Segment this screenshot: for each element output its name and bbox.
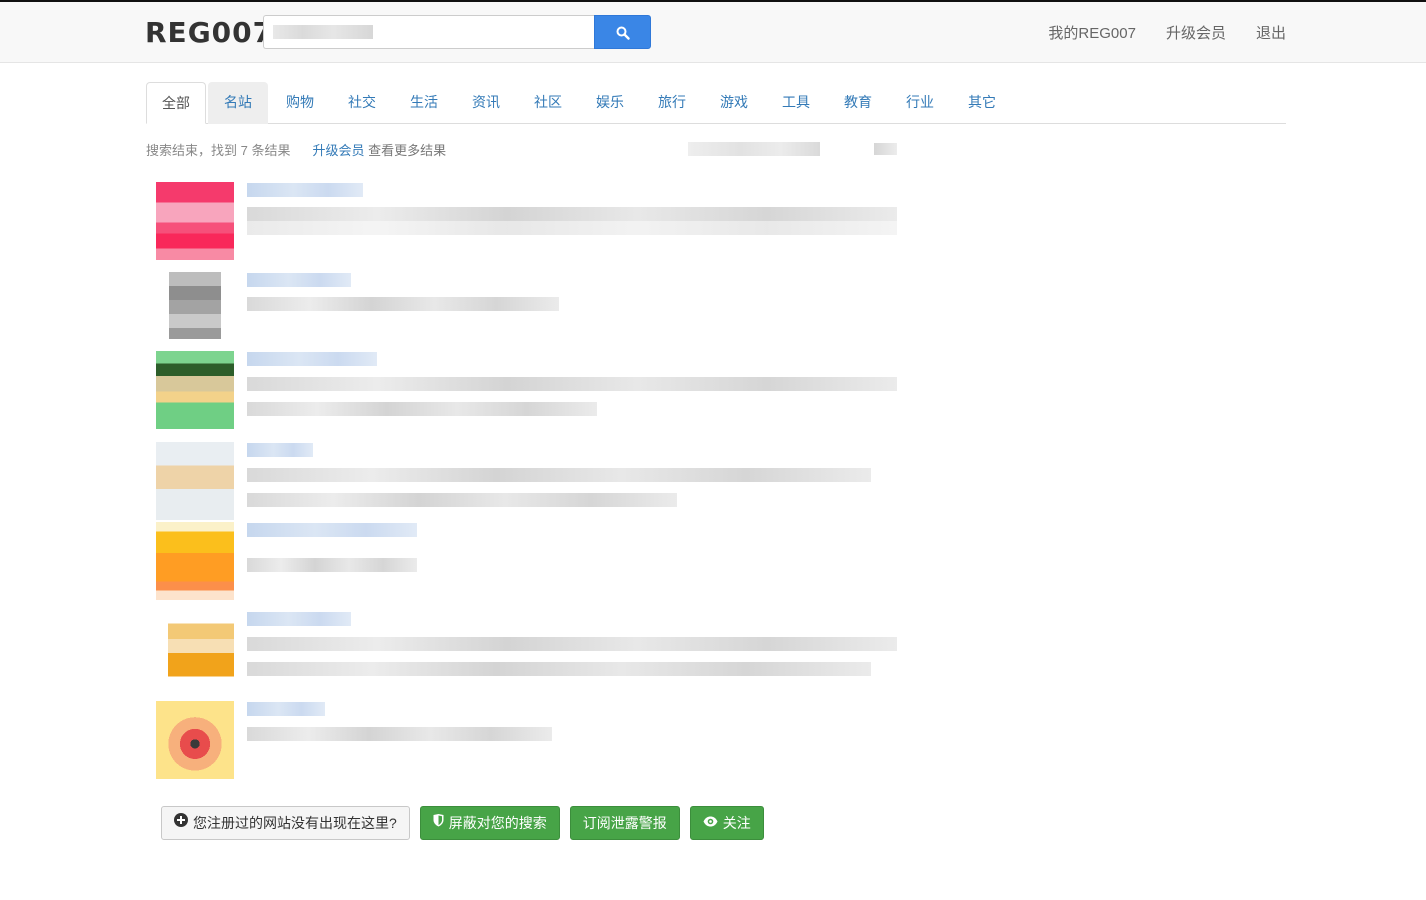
search-input-blurred-value xyxy=(273,25,373,39)
block-search-button[interactable]: 屏蔽对您的搜索 xyxy=(419,806,560,840)
tab-famous-sites[interactable]: 名站 xyxy=(208,82,268,124)
nav-upgrade-membership[interactable]: 升级会员 xyxy=(1166,22,1226,43)
site-icon xyxy=(156,522,234,600)
tab-games[interactable]: 游戏 xyxy=(704,82,764,124)
not-listed-label: 您注册过的网站没有出现在这里? xyxy=(193,815,397,831)
tab-social[interactable]: 社交 xyxy=(332,82,392,124)
result-desc-blurred xyxy=(247,493,677,507)
result-desc-blurred xyxy=(247,727,552,741)
tab-shopping[interactable]: 购物 xyxy=(270,82,330,124)
result-item[interactable] xyxy=(156,701,898,781)
nav-my-reg007[interactable]: 我的REG007 xyxy=(1048,22,1136,43)
status-blurred-info xyxy=(688,142,820,156)
result-desc-blurred xyxy=(247,637,897,651)
subscribe-alert-button[interactable]: 订阅泄露警报 xyxy=(569,806,680,840)
tab-life[interactable]: 生活 xyxy=(394,82,454,124)
tab-community[interactable]: 社区 xyxy=(518,82,578,124)
tab-other[interactable]: 其它 xyxy=(952,82,1012,124)
result-desc-blurred xyxy=(247,662,871,676)
result-item[interactable] xyxy=(156,611,898,691)
site-icon xyxy=(156,351,234,429)
result-desc-blurred xyxy=(247,221,897,235)
result-desc-blurred xyxy=(247,402,597,416)
category-tabs: 全部 名站 购物 社交 生活 资讯 社区 娱乐 旅行 游戏 工具 教育 行业 其… xyxy=(146,82,1286,124)
result-title-blurred xyxy=(247,523,417,537)
search-icon xyxy=(616,26,630,40)
result-item[interactable] xyxy=(156,522,898,602)
site-icon xyxy=(156,182,234,260)
tab-tools[interactable]: 工具 xyxy=(766,82,826,124)
result-title-blurred xyxy=(247,612,351,626)
nav-logout[interactable]: 退出 xyxy=(1256,22,1286,43)
more-results-text: 查看更多结果 xyxy=(368,143,447,158)
search-button[interactable] xyxy=(594,15,651,49)
result-item[interactable] xyxy=(156,272,898,352)
result-desc-blurred xyxy=(247,468,871,482)
tab-education[interactable]: 教育 xyxy=(828,82,888,124)
result-desc-blurred xyxy=(247,297,559,311)
user-nav: 我的REG007 升级会员 退出 xyxy=(1048,22,1286,43)
search-bar xyxy=(263,15,651,49)
follow-label: 关注 xyxy=(722,815,751,831)
result-item[interactable] xyxy=(156,442,898,522)
site-icon xyxy=(156,272,234,350)
result-item[interactable] xyxy=(156,182,898,262)
tab-travel[interactable]: 旅行 xyxy=(642,82,702,124)
result-title-blurred xyxy=(247,443,313,457)
status-text: 搜索结束，找到 7 条结果 xyxy=(146,143,291,158)
search-status: 搜索结束，找到 7 条结果 升级会员 查看更多结果 xyxy=(146,140,446,159)
result-desc-blurred xyxy=(247,377,897,391)
status-blurred-info-2 xyxy=(874,143,897,155)
result-desc-blurred xyxy=(247,207,897,221)
upgrade-link[interactable]: 升级会员 xyxy=(312,143,364,158)
result-title-blurred xyxy=(247,273,351,287)
action-buttons: 您注册过的网站没有出现在这里? 屏蔽对您的搜索 订阅泄露警报 关注 xyxy=(161,806,764,840)
navbar: REG007 我的REG007 升级会员 退出 xyxy=(0,2,1426,63)
site-icon xyxy=(156,442,234,520)
tab-news[interactable]: 资讯 xyxy=(456,82,516,124)
site-logo[interactable]: REG007 xyxy=(145,16,273,49)
subscribe-alert-label: 订阅泄露警报 xyxy=(582,815,667,831)
result-title-blurred xyxy=(247,352,377,366)
shield-icon xyxy=(433,807,444,839)
not-listed-button[interactable]: 您注册过的网站没有出现在这里? xyxy=(161,806,410,840)
tab-industry[interactable]: 行业 xyxy=(890,82,950,124)
plus-circle-icon xyxy=(174,807,188,839)
result-desc-blurred xyxy=(247,558,417,572)
result-item[interactable] xyxy=(156,351,898,431)
site-icon xyxy=(156,701,234,779)
tab-all[interactable]: 全部 xyxy=(146,82,206,124)
block-search-label: 屏蔽对您的搜索 xyxy=(448,815,547,831)
result-title-blurred xyxy=(247,702,325,716)
site-icon xyxy=(156,611,234,689)
result-title-blurred xyxy=(247,183,363,197)
follow-button[interactable]: 关注 xyxy=(689,806,764,840)
tab-entertainment[interactable]: 娱乐 xyxy=(580,82,640,124)
eye-icon xyxy=(703,807,718,839)
